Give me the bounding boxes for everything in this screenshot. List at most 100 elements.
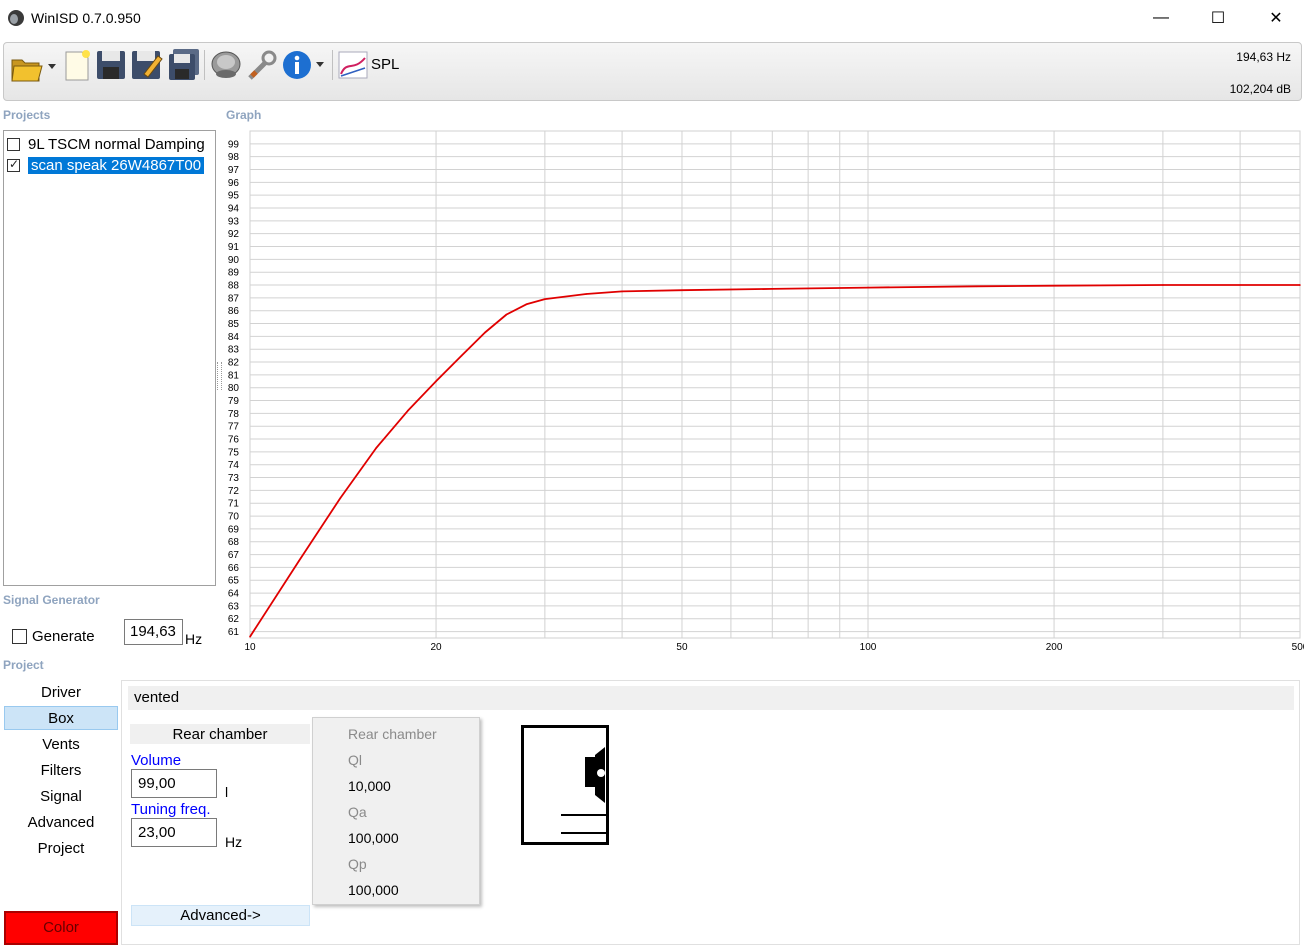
nav-filters[interactable]: Filters [4,759,118,783]
y-tick-label: 73 [228,473,240,484]
data-point [339,497,342,499]
driver-icon[interactable] [209,48,243,82]
y-tick-label: 84 [228,332,240,343]
data-point [1299,284,1301,286]
y-tick-label: 66 [228,563,240,574]
qp-label: Qp [348,856,367,872]
x-tick-label: 10 [244,642,256,653]
y-tick-label: 99 [228,139,240,150]
y-tick-label: 62 [228,614,240,625]
y-tick-label: 85 [228,319,240,330]
app-icon [8,10,24,26]
data-point [505,313,508,316]
x-tick-label: 200 [1046,642,1063,653]
data-point [1162,284,1164,286]
frequency-readout: 194,63 Hz [1236,50,1291,64]
project-name: 9L TSCM normal Damping [28,135,205,153]
maximize-button[interactable]: ☐ [1195,0,1241,36]
generator-frequency-input[interactable]: 194,63 [124,619,183,645]
x-tick-label: 50 [676,642,688,653]
y-tick-label: 96 [228,178,240,189]
y-tick-label: 69 [228,524,240,535]
nav-project[interactable]: Project [4,837,118,861]
volume-label[interactable]: Volume [131,752,181,769]
graph-label: Graph [226,108,262,122]
data-point [435,380,437,383]
color-button[interactable]: Color [4,911,118,945]
y-tick-label: 95 [228,191,240,202]
y-tick-label: 93 [228,216,240,227]
y-tick-label: 86 [228,306,240,317]
x-tick-label: 20 [430,642,442,653]
save-icon[interactable] [95,48,127,82]
data-point [544,298,546,300]
info-icon[interactable] [282,48,330,82]
spl-button[interactable]: SPL [371,56,399,73]
data-point [406,410,409,412]
ql-label: Ql [348,752,362,768]
y-tick-label: 98 [228,152,240,163]
project-checkbox[interactable] [7,157,20,172]
nav-vents[interactable]: Vents [4,733,118,757]
spl-graph: 61 62 6364 65 66 67 68 6970 71 72 73 74 7576 77 78 79 80… [228,130,1304,653]
nav-driver[interactable]: Driver [4,681,118,705]
y-tick-label: 67 [228,550,240,561]
data-point [460,354,463,357]
ql-value[interactable]: 10,000 [348,778,391,794]
advanced-button[interactable]: Advanced-> [131,905,310,926]
x-tick-label: 500 [1292,642,1304,653]
y-tick-label: 77 [228,422,240,433]
data-point [1053,284,1055,287]
y-tick-label: 78 [228,409,240,420]
tools-icon[interactable] [246,48,278,82]
project-checkbox[interactable] [7,137,20,151]
y-tick-label: 87 [228,293,240,304]
y-tick-label: 64 [228,589,240,600]
data-point [525,303,528,306]
toolbar-separator [204,50,205,80]
y-tick-label: 90 [228,255,240,266]
tuning-freq-unit: Hz [225,834,243,850]
data-point [771,288,774,290]
projects-label: Projects [3,108,51,122]
nav-box[interactable]: Box [4,706,118,730]
new-project-icon[interactable] [62,48,92,82]
open-folder-icon[interactable] [10,48,58,84]
qa-label: Qa [348,804,367,820]
tuning-freq-label[interactable]: Tuning freq. [131,801,211,818]
data-point [585,293,588,295]
generate-checkbox[interactable] [12,629,27,644]
qp-value[interactable]: 100,000 [348,882,399,898]
data-point [976,285,978,288]
y-tick-label: 83 [228,345,240,356]
y-tick-label: 61 [228,627,240,638]
project-item[interactable]: scan speak 26W4867T00 [7,155,213,175]
nav-advanced[interactable]: Advanced [4,811,118,835]
y-tick-label: 80 [228,383,240,394]
y-tick-label: 97 [228,165,240,176]
y-tick-label: 88 [228,281,240,292]
box-type-field[interactable]: vented [128,686,1294,710]
y-tick-label: 94 [228,204,240,215]
volume-input[interactable]: 99,00 [131,769,217,798]
y-tick-label: 74 [228,460,240,471]
data-point [375,447,377,449]
generator-unit: Hz [185,631,203,647]
save-as-icon[interactable] [130,48,164,82]
spl-graph-icon[interactable] [337,50,369,80]
minimize-button[interactable]: — [1138,0,1184,36]
close-button[interactable]: ✕ [1253,0,1299,36]
rear-chamber-header: Rear chamber [130,724,310,744]
nav-signal[interactable]: Signal [4,785,118,809]
y-tick-label: 68 [228,537,240,548]
y-tick-label: 65 [228,576,240,587]
qa-value[interactable]: 100,000 [348,830,399,846]
y-tick-label: 91 [228,242,240,253]
data-point [681,289,683,291]
volume-unit: l [225,784,229,800]
y-tick-label: 79 [228,396,240,407]
save-all-icon[interactable] [167,48,201,82]
tuning-freq-input[interactable]: 23,00 [131,818,217,847]
project-section-label: Project [3,658,44,672]
project-item[interactable]: 9L TSCM normal Damping [7,134,213,154]
